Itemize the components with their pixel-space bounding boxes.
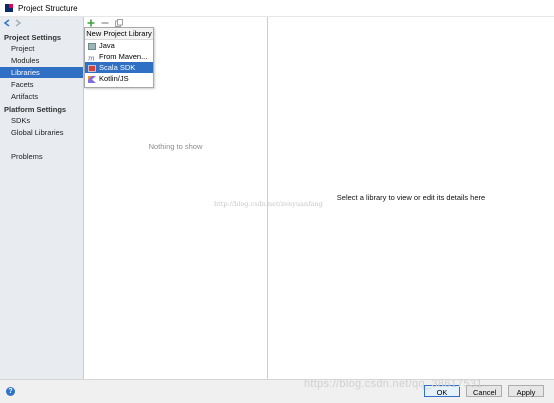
sidebar-item-global-libraries[interactable]: Global Libraries (0, 127, 83, 138)
library-details-panel: Select a library to view or edit its det… (268, 17, 554, 379)
add-icon[interactable] (86, 18, 95, 27)
kotlin-icon (88, 75, 96, 83)
empty-list-text: Nothing to show (148, 142, 203, 151)
intellij-app-icon (5, 4, 13, 12)
popup-item-kotlin-js[interactable]: Kotlin/JS (85, 73, 153, 84)
back-arrow-icon[interactable] (3, 19, 11, 27)
sidebar-item-artifacts[interactable]: Artifacts (0, 91, 83, 102)
popup-item-scala-sdk[interactable]: Scala SDK (85, 62, 153, 73)
maven-icon: m (88, 53, 96, 63)
apply-button[interactable]: Apply (508, 385, 544, 397)
sidebar-item-facets[interactable]: Facets (0, 79, 83, 90)
popup-item-label: Java (99, 41, 115, 50)
sidebar: Project Settings Project Modules Librari… (0, 17, 84, 379)
popup-item-label: Scala SDK (99, 63, 136, 72)
corner-watermark: https://blog.csdn.net/qq_38617531 (304, 378, 483, 390)
sidebar-item-problems[interactable]: Problems (0, 151, 83, 162)
title-bar: Project Structure (0, 0, 554, 17)
sidebar-item-project[interactable]: Project (0, 43, 83, 54)
section-header-project-settings: Project Settings (4, 33, 62, 42)
popup-item-from-maven[interactable]: m From Maven... (85, 51, 153, 63)
remove-icon[interactable] (100, 18, 109, 27)
popup-item-label: Kotlin/JS (99, 74, 129, 83)
center-watermark: http://blog.csdn.net/zenyuanfang (214, 200, 323, 208)
sidebar-item-sdks[interactable]: SDKs (0, 115, 83, 126)
popup-item-java[interactable]: Java (85, 40, 153, 51)
section-header-platform-settings: Platform Settings (4, 105, 67, 114)
sidebar-item-libraries[interactable]: Libraries (0, 67, 83, 78)
copy-icon[interactable] (114, 18, 123, 27)
new-project-library-popup: New Project Library Java m From Maven...… (84, 27, 154, 88)
popup-item-label: From Maven... (99, 52, 148, 61)
forward-arrow-icon[interactable] (14, 19, 22, 27)
popup-title: New Project Library (85, 28, 153, 40)
svg-text:m: m (88, 55, 95, 62)
help-icon[interactable]: ? (6, 387, 15, 396)
scala-icon (88, 64, 96, 72)
jar-icon (88, 42, 96, 50)
window-title: Project Structure (18, 3, 78, 13)
nav-arrows (3, 17, 22, 29)
sidebar-item-modules[interactable]: Modules (0, 55, 83, 66)
